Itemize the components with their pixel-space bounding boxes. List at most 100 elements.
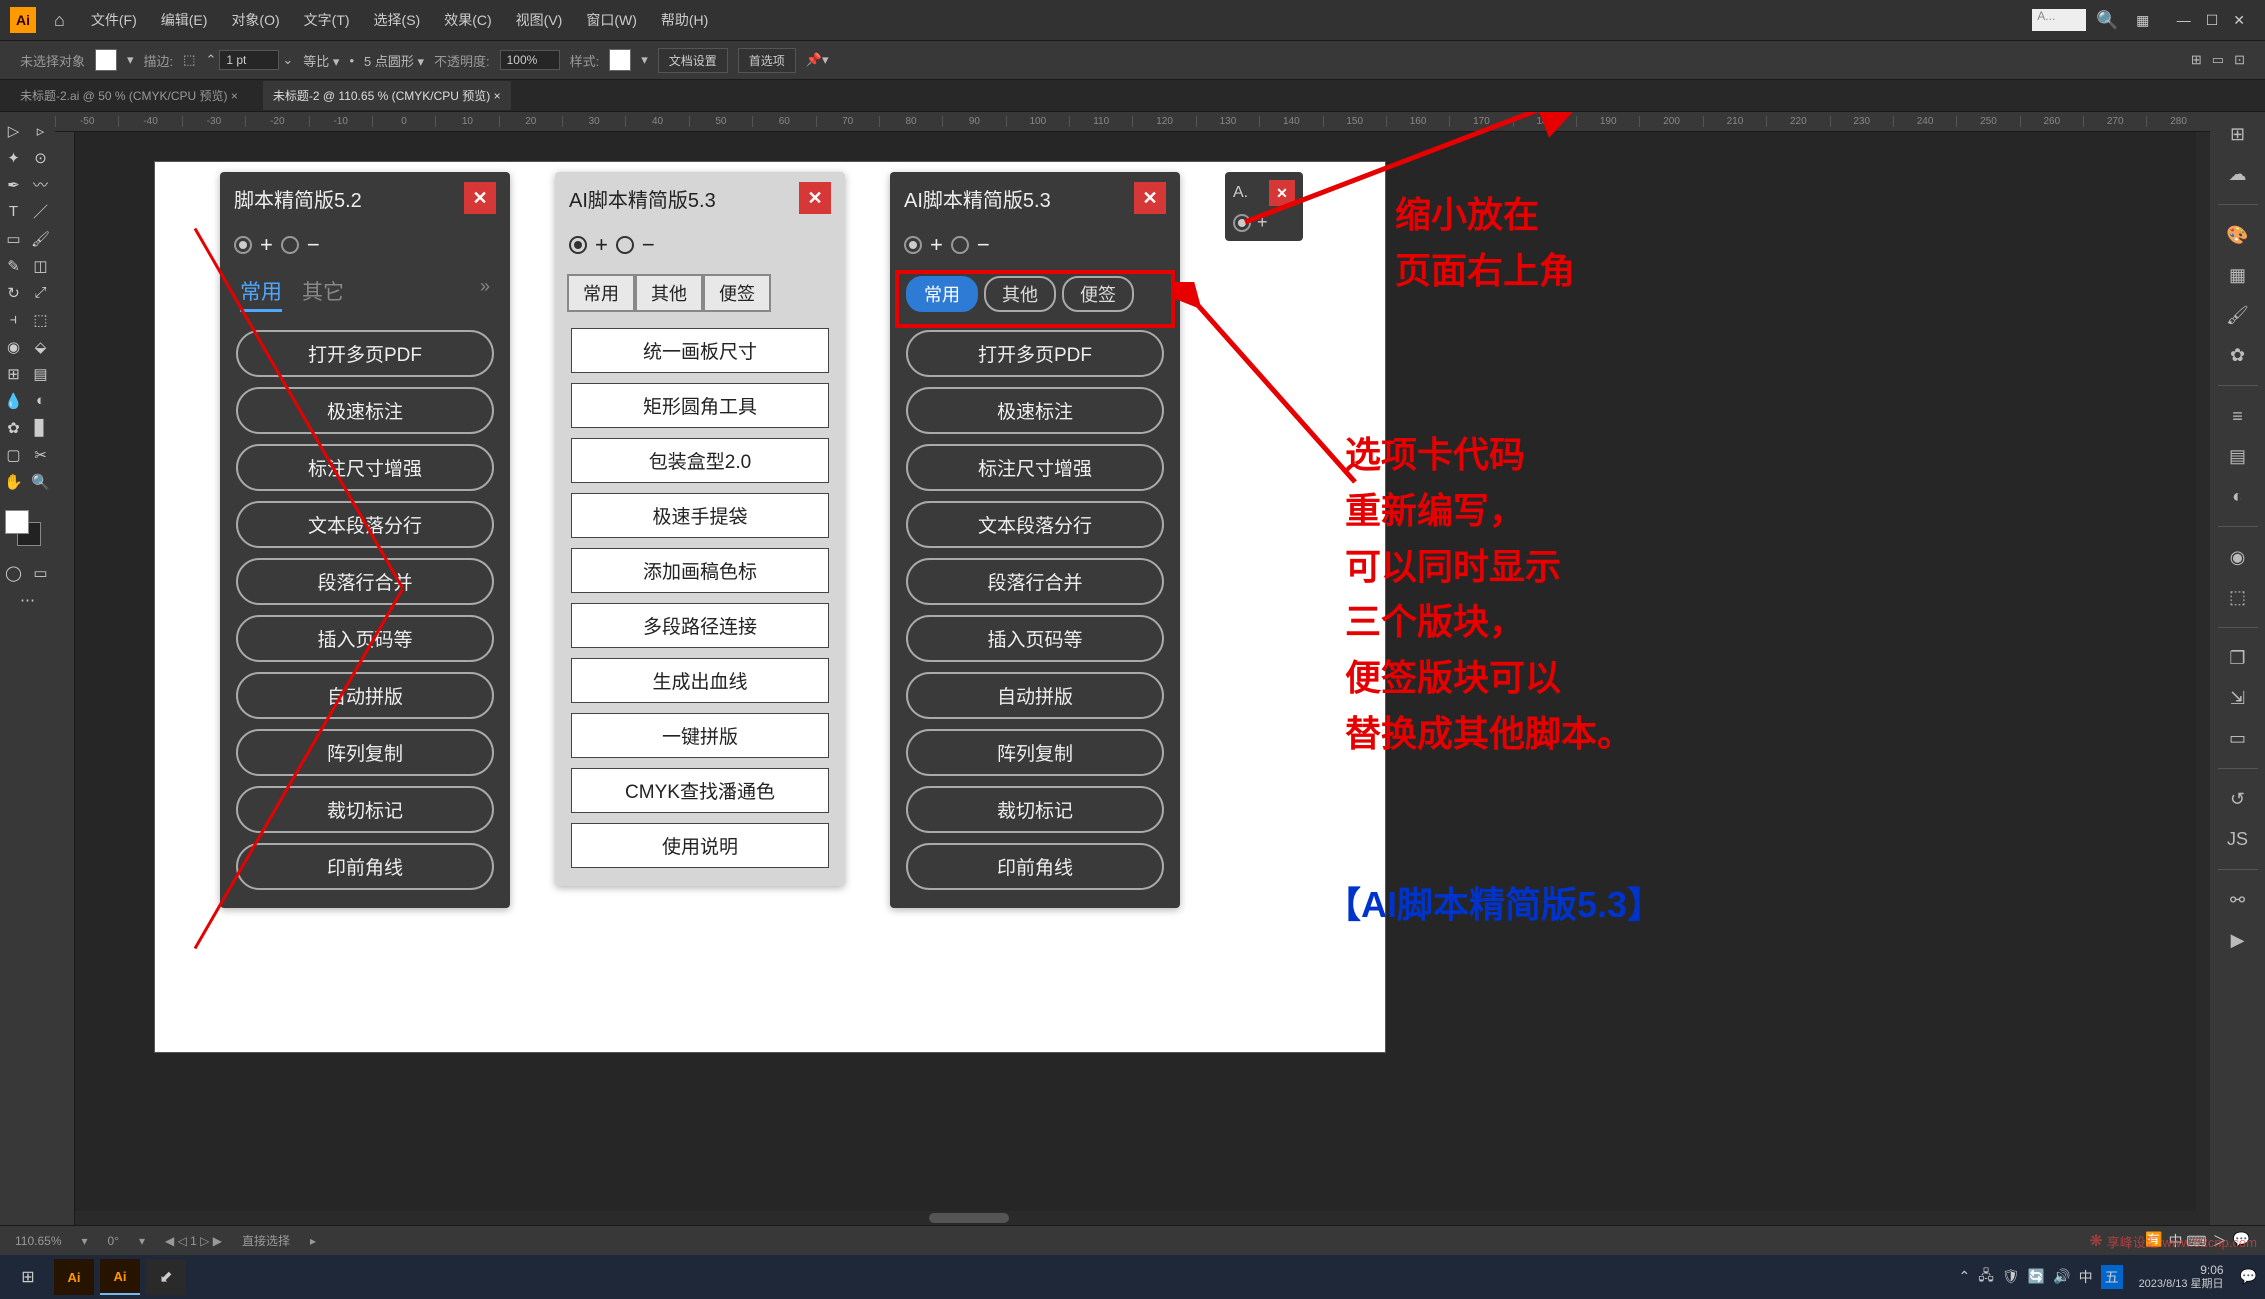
btn-corner[interactable]: 印前角线 bbox=[906, 843, 1164, 890]
btn-annotate[interactable]: 极速标注 bbox=[236, 387, 494, 434]
btn-round-rect[interactable]: 矩形圆角工具 bbox=[571, 383, 829, 428]
btn-swatch[interactable]: 添加画稿色标 bbox=[571, 548, 829, 593]
tray-ime[interactable]: 中 bbox=[2079, 1267, 2093, 1287]
btn-dimension[interactable]: 标注尺寸增强 bbox=[236, 444, 494, 491]
stroke-icon[interactable]: ≡ bbox=[2224, 402, 2252, 430]
doc-tab-1[interactable]: 未标题-2.ai @ 50 % (CMYK/CPU 预览) × bbox=[10, 81, 248, 110]
btn-merge[interactable]: 段落行合并 bbox=[906, 558, 1164, 605]
slice-tool[interactable]: ✂ bbox=[27, 441, 54, 468]
artboard-tool[interactable]: ▢ bbox=[0, 441, 27, 468]
arrange-docs-icon[interactable]: ▦ bbox=[2129, 8, 2157, 32]
radio-off[interactable] bbox=[616, 236, 634, 254]
brush-dropdown[interactable]: 5 点圆形 ▾ bbox=[364, 51, 424, 70]
radio-on[interactable] bbox=[1233, 214, 1251, 232]
menu-view[interactable]: 视图(V) bbox=[508, 6, 571, 34]
maximize-icon[interactable]: ☐ bbox=[2206, 12, 2219, 29]
tray-shield-icon[interactable]: 🛡 bbox=[2002, 1268, 2020, 1285]
opacity-input[interactable] bbox=[500, 50, 560, 70]
canvas-area[interactable]: -50-40-30-20-100102030405060708090100110… bbox=[55, 112, 2210, 1225]
type-tool[interactable]: T bbox=[0, 198, 27, 225]
shape-builder-tool[interactable]: ◉ bbox=[0, 333, 27, 360]
taskbar-app-3[interactable]: ⬋ bbox=[146, 1259, 186, 1295]
btn-bag[interactable]: 极速手提袋 bbox=[571, 493, 829, 538]
symbols-icon[interactable]: ✿ bbox=[2224, 341, 2252, 369]
scripts-icon[interactable]: JS bbox=[2224, 825, 2252, 853]
symbol-tool[interactable]: ✿ bbox=[0, 414, 27, 441]
rotation[interactable]: 0° bbox=[108, 1234, 119, 1248]
graphic-styles-icon[interactable]: ⬚ bbox=[2224, 583, 2252, 611]
rotate-tool[interactable]: ↻ bbox=[0, 279, 27, 306]
brushes-icon[interactable]: 🖌 bbox=[2224, 301, 2252, 329]
mesh-tool[interactable]: ⊞ bbox=[0, 360, 27, 387]
btn-crop[interactable]: 裁切标记 bbox=[906, 786, 1164, 833]
btn-merge[interactable]: 段落行合并 bbox=[236, 558, 494, 605]
layers-icon[interactable]: ❐ bbox=[2224, 644, 2252, 672]
btn-onekey[interactable]: 一键拼版 bbox=[571, 713, 829, 758]
play-icon[interactable]: ▶ bbox=[2224, 926, 2252, 954]
btn-array[interactable]: 阵列复制 bbox=[236, 729, 494, 776]
properties-icon[interactable]: ⊞ bbox=[2224, 120, 2252, 148]
artboards-icon[interactable]: ▭ bbox=[2224, 724, 2252, 752]
free-transform-tool[interactable]: ⬚ bbox=[27, 306, 54, 333]
close-icon[interactable]: ✕ bbox=[2233, 12, 2245, 29]
menu-file[interactable]: 文件(F) bbox=[83, 6, 145, 34]
doc-setup-button[interactable]: 文档设置 bbox=[658, 48, 728, 73]
width-tool[interactable]: ⫞ bbox=[0, 306, 27, 333]
tab-close-icon[interactable]: × bbox=[494, 89, 501, 103]
magic-wand-tool[interactable]: ✦ bbox=[0, 144, 27, 171]
history-icon[interactable]: ↺ bbox=[2224, 785, 2252, 813]
btn-dimension[interactable]: 标注尺寸增强 bbox=[906, 444, 1164, 491]
stroke-weight[interactable]: ⌃ ⌄ bbox=[205, 50, 293, 70]
direct-select-tool[interactable]: ▹ bbox=[27, 117, 54, 144]
blend-tool[interactable]: ◐ bbox=[27, 387, 54, 414]
canvas[interactable]: 脚本精简版5.2 ✕ + − 常用 其它 » 打开多页PDF 极速标注 bbox=[75, 132, 2210, 1225]
radio-off[interactable] bbox=[281, 236, 299, 254]
expand-icon[interactable]: » bbox=[480, 276, 490, 312]
edit-toolbar-icon[interactable]: ⋯ bbox=[0, 586, 55, 613]
tray-ime2-icon[interactable]: 五 bbox=[2101, 1265, 2123, 1289]
tab-notes[interactable]: 便签 bbox=[703, 274, 771, 312]
top-search-field[interactable]: A... bbox=[2032, 9, 2086, 31]
eraser-tool[interactable]: ◫ bbox=[27, 252, 54, 279]
tray-vol-icon[interactable]: 🔊 bbox=[2053, 1268, 2070, 1285]
panel-53-dark-close[interactable]: ✕ bbox=[1134, 182, 1166, 214]
curvature-tool[interactable]: 〰 bbox=[27, 171, 54, 198]
fill-swatch[interactable] bbox=[95, 49, 117, 71]
graph-tool[interactable]: ▊ bbox=[27, 414, 54, 441]
perspective-tool[interactable]: ⬙ bbox=[27, 333, 54, 360]
artboard-nav[interactable]: ◀ ◁ 1 ▷ ▶ bbox=[165, 1234, 222, 1248]
btn-unify-artboard[interactable]: 统一画板尺寸 bbox=[571, 328, 829, 373]
btn-text-split[interactable]: 文本段落分行 bbox=[906, 501, 1164, 548]
btn-impose[interactable]: 自动拼版 bbox=[236, 672, 494, 719]
taskbar-clock[interactable]: 9:06 2023/8/13 星期日 bbox=[2131, 1263, 2232, 1291]
shaper-tool[interactable]: ✎ bbox=[0, 252, 27, 279]
draw-mode-icon[interactable]: ◯ bbox=[0, 559, 27, 586]
start-button[interactable]: ⊞ bbox=[8, 1259, 48, 1295]
btn-bleed[interactable]: 生成出血线 bbox=[571, 658, 829, 703]
menu-edit[interactable]: 编辑(E) bbox=[153, 6, 216, 34]
pin-icon[interactable]: 📌▾ bbox=[806, 52, 829, 68]
menu-type[interactable]: 文字(T) bbox=[296, 6, 358, 34]
scrollbar-vertical[interactable] bbox=[2196, 132, 2210, 1211]
style-swatch[interactable] bbox=[609, 49, 631, 71]
lasso-tool[interactable]: ⊙ bbox=[27, 144, 54, 171]
btn-help[interactable]: 使用说明 bbox=[571, 823, 829, 868]
btn-impose[interactable]: 自动拼版 bbox=[906, 672, 1164, 719]
btn-array[interactable]: 阵列复制 bbox=[906, 729, 1164, 776]
menu-effect[interactable]: 效果(C) bbox=[436, 6, 499, 34]
gradient-tool[interactable]: ▤ bbox=[27, 360, 54, 387]
panel-52-close[interactable]: ✕ bbox=[464, 182, 496, 214]
foreground-swatch[interactable] bbox=[5, 510, 29, 534]
color-icon[interactable]: 🎨 bbox=[2224, 221, 2252, 249]
rect-tool[interactable]: ▭ bbox=[0, 225, 27, 252]
radio-on[interactable] bbox=[904, 236, 922, 254]
zoom-level[interactable]: 110.65% bbox=[15, 1234, 61, 1248]
mini-close[interactable]: ✕ bbox=[1269, 180, 1295, 206]
tab-other[interactable]: 其他 bbox=[635, 274, 703, 312]
tab-common[interactable]: 常用 bbox=[567, 274, 635, 312]
btn-pantone[interactable]: CMYK查找潘通色 bbox=[571, 768, 829, 813]
hand-tool[interactable]: ✋ bbox=[0, 468, 27, 495]
tab-common[interactable]: 常用 bbox=[240, 276, 282, 312]
radio-on[interactable] bbox=[234, 236, 252, 254]
search-icon[interactable]: 🔍 bbox=[2096, 10, 2118, 31]
